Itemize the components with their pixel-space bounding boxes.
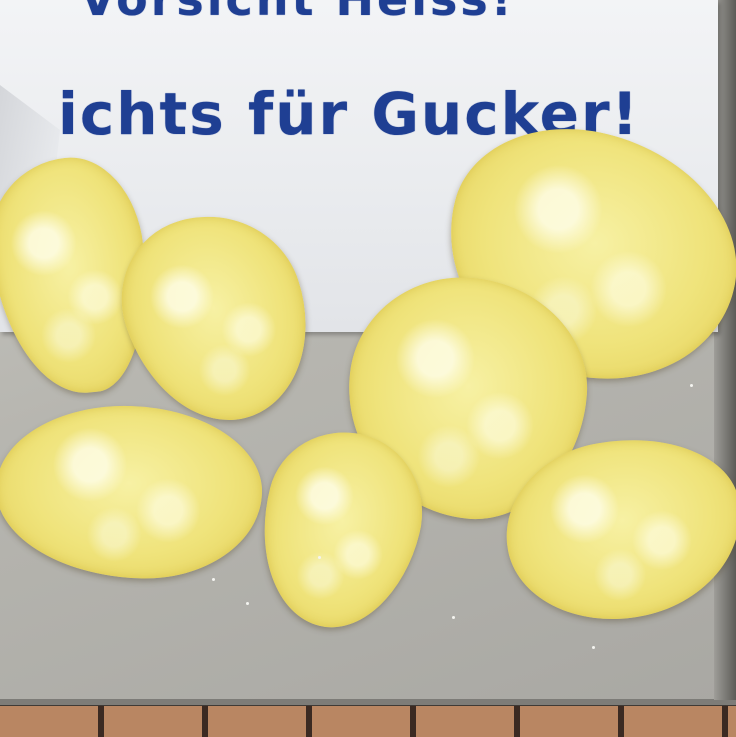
photo-scene: Vorsicht Heiss! ichts für Gucker!: [0, 0, 736, 737]
sign-text-line-1: Vorsicht Heiss!: [80, 0, 515, 26]
salt-grain: [452, 616, 455, 619]
salt-grain: [246, 602, 249, 605]
salt-grain: [592, 646, 595, 649]
salt-grain: [212, 578, 215, 581]
salt-grain: [690, 384, 693, 387]
salt-grain: [318, 556, 321, 559]
brick-floor: [0, 700, 736, 737]
